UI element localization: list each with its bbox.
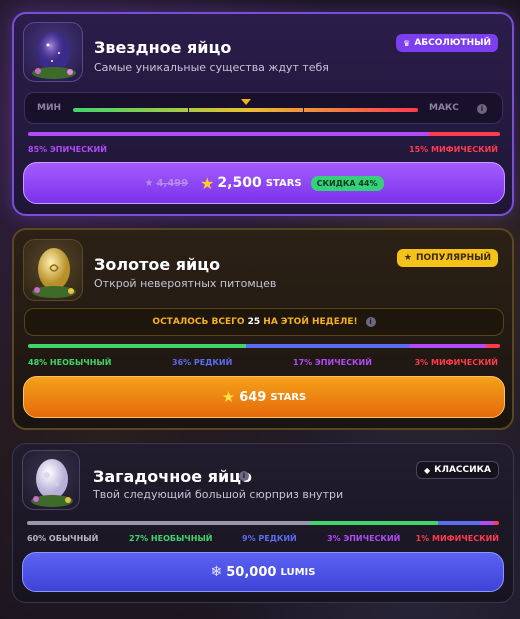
price: 50,000	[226, 564, 277, 580]
info-icon[interactable]: i	[365, 317, 376, 327]
buy-star-egg-button[interactable]: ★ 4,499 ★ 2,500 STARS СКИДКА 44%	[23, 162, 505, 204]
notice-suffix: НА ЭТОЙ НЕДЕЛЕ!	[260, 317, 358, 327]
currency: STARS	[270, 391, 307, 403]
star-egg-card: Звездное яйцо Самые уникальные существа …	[12, 12, 514, 216]
odds-bar-segment	[480, 521, 495, 525]
notice-prefix: ОСТАЛОСЬ ВСЕГО	[152, 317, 248, 327]
odds-label-uncommon: 48% НЕОБЫЧНЫЙ	[28, 358, 112, 367]
star-icon: ★	[403, 253, 412, 263]
meter-max-label: МАКС	[429, 103, 459, 113]
star-icon: ★	[144, 177, 154, 189]
classic-badge: ◆ КЛАССИКА	[415, 461, 499, 479]
star-egg-image	[23, 22, 83, 82]
meter-marker	[240, 99, 251, 105]
buy-golden-egg-button[interactable]: ★ 649 STARS	[23, 376, 505, 418]
notice-count: 25	[247, 317, 261, 327]
odds-label-rare: 9% РЕДКИЙ	[242, 534, 297, 543]
odds-bar-segment	[437, 521, 481, 525]
absolute-badge: ♛ АБСОЛЮТНЫЙ	[396, 34, 498, 52]
odds-label-uncommon: 27% НЕОБЫЧНЫЙ	[129, 534, 213, 543]
currency: LUMIS	[280, 566, 316, 578]
odds-bar	[28, 344, 500, 348]
price: 2,500	[217, 175, 262, 191]
odds-label-epic: 17% ЭПИЧЕСКИЙ	[293, 358, 372, 367]
odds-bar-segment	[494, 521, 499, 525]
info-icon[interactable]: i	[477, 104, 487, 114]
odds-bar-segment	[409, 344, 487, 348]
odds-bar-segment	[310, 521, 438, 525]
odds-bar-segment	[28, 344, 246, 348]
discount-badge: СКИДКА 44%	[310, 175, 384, 191]
diamond-icon: ◆	[423, 465, 431, 475]
stock-notice: ОСТАЛОСЬ ВСЕГО 25 НА ЭТОЙ НЕДЕЛЕ! i	[24, 308, 504, 336]
meter-scale	[73, 108, 418, 112]
odds-bar	[27, 521, 499, 525]
card-subtitle: Твой следующий большой сюрприз внутри	[93, 488, 344, 501]
price: 649	[239, 389, 267, 405]
star-icon: ★	[221, 388, 236, 406]
odds-label-mythic: 3% МИФИЧЕСКИЙ	[414, 358, 498, 367]
old-price: 4,499	[156, 177, 189, 189]
meter-min-label: МИН	[37, 103, 62, 113]
popular-badge: ★ ПОПУЛЯРНЫЙ	[396, 249, 498, 267]
odds-label-epic: 3% ЭПИЧЕСКИЙ	[327, 534, 401, 543]
odds-label-mythic: 1% МИФИЧЕСКИЙ	[415, 534, 499, 543]
odds-bar-segment	[486, 344, 500, 348]
card-title: Золотое яйцо	[94, 255, 221, 274]
star-icon: ★	[200, 173, 215, 193]
odds-label-epic: 85% ЭПИЧЕСКИЙ	[28, 145, 107, 154]
card-subtitle: Открой невероятных питомцев	[94, 277, 277, 290]
odds-label-rare: 36% РЕДКИЙ	[172, 358, 233, 367]
odds-bar-segment	[245, 344, 410, 348]
golden-egg-card: Золотое яйцо Открой невероятных питомцев…	[12, 228, 514, 430]
value-meter: МИН МАКС i	[24, 92, 503, 124]
odds-label-mythic: 15% МИФИЧЕСКИЙ	[409, 145, 498, 154]
card-title: Звездное яйцо	[94, 38, 232, 57]
mystery-egg-image	[22, 450, 80, 510]
odds-label-common: 60% ОБЫЧНЫЙ	[27, 534, 99, 543]
currency: STARS	[265, 177, 302, 189]
card-title: Загадочное яйцо	[93, 467, 253, 486]
mystery-egg-card: Загадочное яйцо i Твой следующий большой…	[12, 443, 514, 603]
golden-egg-image	[23, 239, 83, 301]
buy-mystery-egg-button[interactable]: ❄ 50,000 LUMIS	[22, 552, 504, 592]
card-subtitle: Самые уникальные существа ждут тебя	[94, 61, 329, 74]
odds-bar-segment	[429, 132, 500, 136]
lumis-icon: ❄	[210, 564, 223, 580]
odds-bar-segment	[28, 132, 430, 136]
odds-bar	[28, 132, 500, 136]
odds-bar-segment	[27, 521, 311, 525]
crown-icon: ♛	[403, 38, 411, 48]
info-icon[interactable]: i	[239, 471, 249, 481]
